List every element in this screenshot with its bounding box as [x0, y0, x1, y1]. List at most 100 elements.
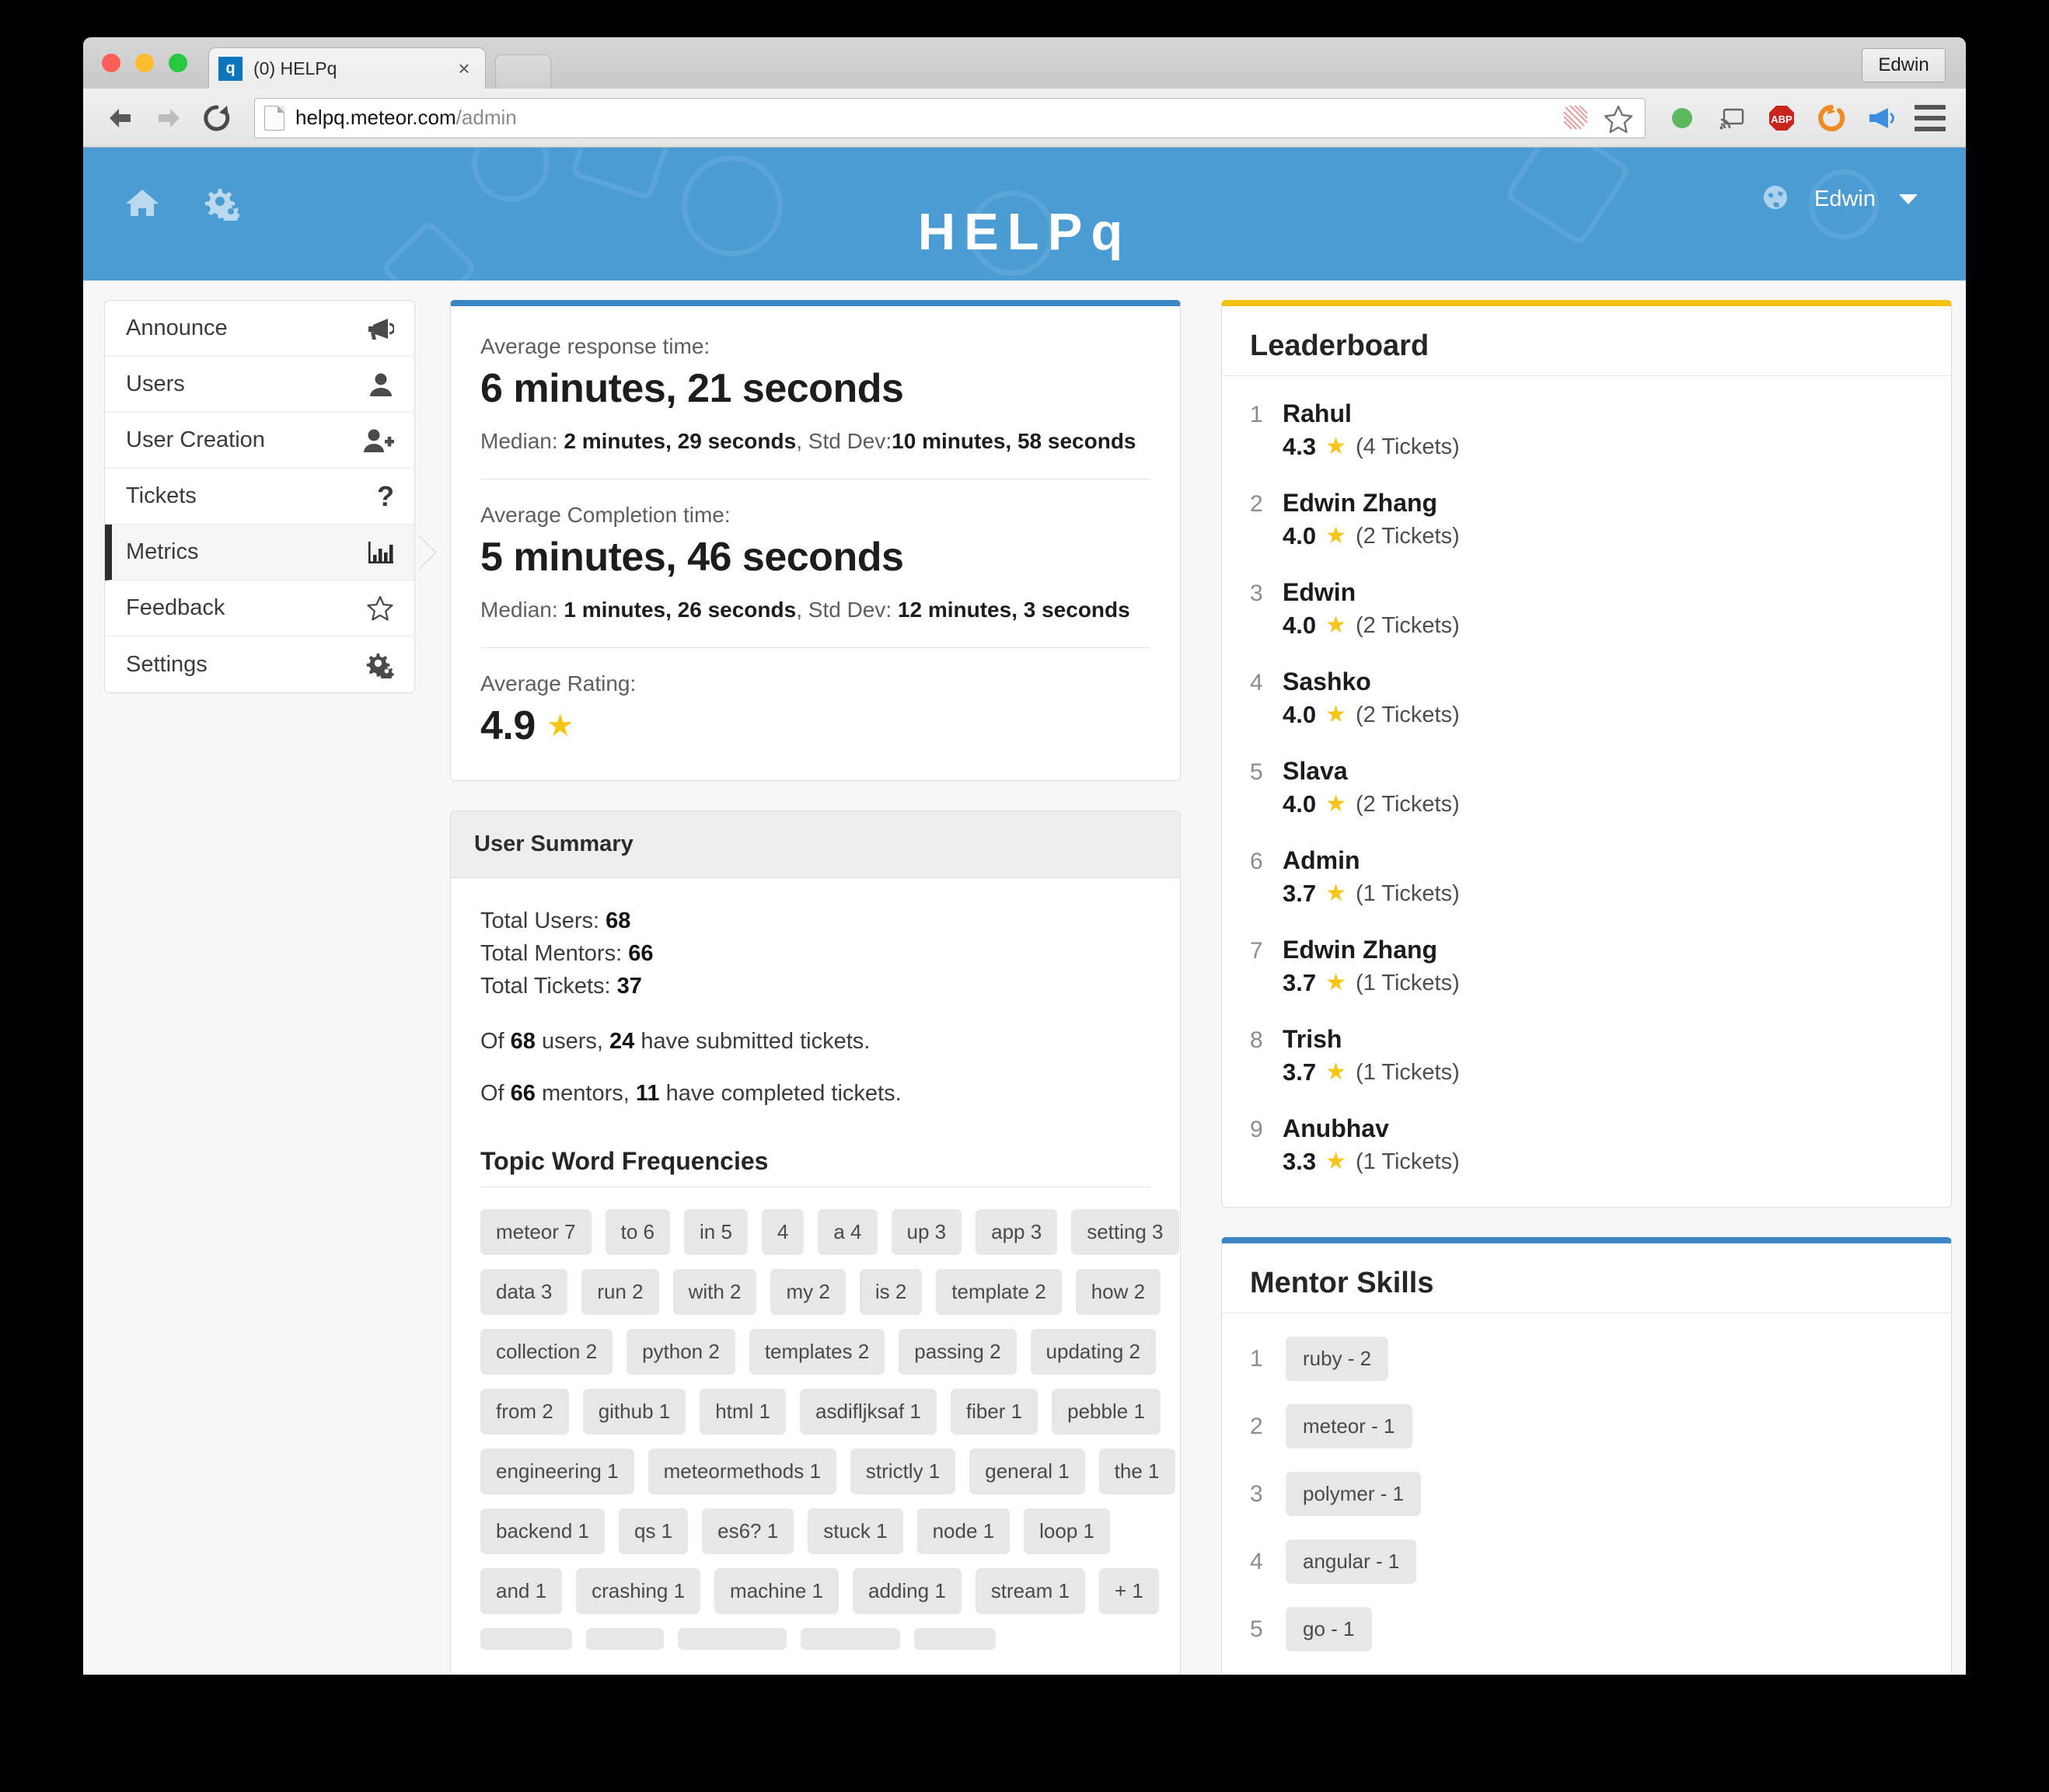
word-tag[interactable]: backend 1 — [480, 1508, 605, 1555]
address-bar[interactable]: helpq.meteor.com/admin — [254, 97, 1646, 138]
word-tag[interactable]: es6? 1 — [702, 1508, 794, 1555]
ghostery-icon[interactable] — [1561, 103, 1592, 134]
word-tag[interactable]: passing 2 — [899, 1329, 1017, 1375]
reload-button[interactable] — [197, 98, 237, 138]
green-dot-icon[interactable] — [1667, 103, 1697, 133]
word-tag[interactable]: meteor 7 — [480, 1209, 592, 1256]
orange-circle-icon[interactable] — [1817, 103, 1846, 133]
sidebar-item-settings[interactable]: Settings — [105, 636, 414, 692]
word-tag[interactable]: github 1 — [582, 1389, 686, 1435]
blue-megaphone-icon[interactable] — [1866, 103, 1896, 133]
skill-tag[interactable]: go - 1 — [1286, 1607, 1372, 1651]
word-tag[interactable]: the 1 — [1098, 1449, 1175, 1495]
word-tag[interactable]: loop 1 — [1024, 1508, 1110, 1555]
sidebar-item-announce[interactable]: Announce — [105, 301, 414, 357]
leaderboard-row[interactable]: 5 Slava 4.0 ★ (2 Tickets) — [1250, 757, 1923, 818]
new-tab-button[interactable] — [495, 54, 551, 89]
word-tag[interactable]: app 3 — [976, 1209, 1058, 1256]
mentor-skill-row[interactable]: 2 meteor - 1 — [1250, 1404, 1923, 1449]
browser-profile-button[interactable]: Edwin — [1862, 48, 1946, 82]
skill-tag[interactable]: polymer - 1 — [1286, 1472, 1422, 1516]
word-tag[interactable]: updating 2 — [1030, 1329, 1156, 1375]
sidebar-item-feedback[interactable]: Feedback — [105, 580, 414, 636]
mentor-skill-row[interactable]: 3 polymer - 1 — [1250, 1472, 1923, 1516]
word-tag[interactable]: my 2 — [770, 1269, 846, 1316]
sidebar-item-metrics[interactable]: Metrics — [105, 525, 414, 580]
word-tag[interactable]: and 1 — [480, 1568, 563, 1615]
user-icon — [357, 371, 394, 398]
word-tag[interactable]: data 3 — [480, 1269, 568, 1316]
word-tag[interactable]: collection 2 — [480, 1329, 613, 1375]
word-tag[interactable]: to 6 — [605, 1209, 670, 1256]
skill-tag[interactable]: ruby - 2 — [1286, 1337, 1389, 1381]
word-tag[interactable]: python 2 — [627, 1329, 735, 1375]
maximize-window-button[interactable] — [169, 54, 187, 72]
word-tag[interactable]: run 2 — [581, 1269, 659, 1316]
header-username[interactable]: Edwin — [1814, 187, 1876, 212]
browser-menu-button[interactable] — [1915, 104, 1946, 131]
leaderboard-row[interactable]: 9 Anubhav 3.3 ★ (1 Tickets) — [1250, 1114, 1923, 1176]
word-tag[interactable]: fiber 1 — [950, 1389, 1038, 1435]
word-tag[interactable]: setting 3 — [1071, 1209, 1179, 1256]
leaderboard-row[interactable]: 4 Sashko 4.0 ★ (2 Tickets) — [1250, 668, 1923, 729]
word-tag[interactable]: from 2 — [480, 1389, 569, 1435]
skill-tag[interactable]: meteor - 1 — [1286, 1404, 1412, 1449]
browser-tab[interactable]: q (0) HELPq × — [208, 47, 486, 89]
word-tag[interactable]: stuck 1 — [808, 1508, 903, 1555]
leaderboard-row[interactable]: 7 Edwin Zhang 3.7 ★ (1 Tickets) — [1250, 936, 1923, 997]
word-tag[interactable]: meteormethods 1 — [648, 1449, 836, 1495]
word-tag[interactable] — [914, 1628, 996, 1651]
leaderboard-row[interactable]: 3 Edwin 4.0 ★ (2 Tickets) — [1250, 578, 1923, 640]
back-button[interactable] — [100, 98, 141, 138]
forward-button[interactable] — [148, 98, 189, 138]
word-tag[interactable]: engineering 1 — [480, 1449, 634, 1495]
word-tag[interactable]: asdifljksaf 1 — [800, 1389, 937, 1435]
word-tag[interactable]: templates 2 — [749, 1329, 885, 1375]
word-tag[interactable]: 4 — [761, 1209, 805, 1256]
word-tag[interactable] — [678, 1628, 787, 1651]
word-tag[interactable]: in 5 — [683, 1209, 748, 1256]
word-tag[interactable]: node 1 — [916, 1508, 1011, 1555]
word-tag[interactable]: crashing 1 — [576, 1568, 701, 1615]
word-tag[interactable]: qs 1 — [618, 1508, 689, 1555]
word-tag[interactable] — [480, 1628, 572, 1651]
mentor-skill-row[interactable]: 1 ruby - 2 — [1250, 1337, 1923, 1381]
ticket-count: (2 Tickets) — [1356, 523, 1460, 549]
leaderboard-row[interactable]: 6 Admin 3.7 ★ (1 Tickets) — [1250, 846, 1923, 908]
word-tag[interactable]: machine 1 — [714, 1568, 839, 1615]
cast-icon[interactable] — [1717, 103, 1747, 133]
word-tag[interactable]: + 1 — [1098, 1568, 1159, 1615]
leaderboard-row[interactable]: 1 Rahul 4.3 ★ (4 Tickets) — [1250, 399, 1923, 461]
word-tag[interactable]: is 2 — [859, 1269, 923, 1316]
chevron-down-icon[interactable] — [1899, 194, 1918, 204]
word-tag[interactable]: html 1 — [700, 1389, 787, 1435]
mentor-skill-row[interactable]: 4 angular - 1 — [1250, 1539, 1923, 1584]
word-tag[interactable]: pebble 1 — [1052, 1389, 1161, 1435]
sidebar-item-tickets[interactable]: Tickets ? — [105, 469, 414, 525]
word-tag[interactable]: stream 1 — [975, 1568, 1085, 1615]
mentor-skill-row[interactable]: 5 go - 1 — [1250, 1607, 1923, 1651]
word-tag[interactable]: with 2 — [672, 1269, 757, 1316]
word-tag[interactable]: adding 1 — [853, 1568, 962, 1615]
sidebar-item-users[interactable]: Users — [105, 357, 414, 413]
bookmark-star-icon[interactable] — [1603, 103, 1634, 134]
favicon-icon: q — [218, 56, 243, 81]
word-tag[interactable]: a 4 — [818, 1209, 878, 1256]
sidebar-item-user-creation[interactable]: User Creation — [105, 413, 414, 469]
close-tab-icon[interactable]: × — [452, 58, 476, 78]
adblock-plus-icon[interactable]: ABP — [1767, 103, 1796, 133]
word-tag[interactable]: general 1 — [969, 1449, 1085, 1495]
word-tag[interactable]: up 3 — [891, 1209, 962, 1256]
rank: 4 — [1250, 670, 1263, 696]
word-tag[interactable]: strictly 1 — [850, 1449, 956, 1495]
word-tag[interactable] — [586, 1628, 664, 1651]
leaderboard-row[interactable]: 8 Trish 3.7 ★ (1 Tickets) — [1250, 1025, 1923, 1086]
word-tag[interactable]: template 2 — [936, 1269, 1062, 1316]
leaderboard-row[interactable]: 2 Edwin Zhang 4.0 ★ (2 Tickets) — [1250, 489, 1923, 550]
word-tag[interactable]: how 2 — [1075, 1269, 1161, 1316]
close-window-button[interactable] — [102, 54, 120, 72]
skill-tag[interactable]: angular - 1 — [1286, 1539, 1417, 1584]
word-tag[interactable] — [801, 1628, 900, 1651]
globe-icon[interactable] — [1760, 182, 1791, 217]
minimize-window-button[interactable] — [135, 54, 154, 72]
